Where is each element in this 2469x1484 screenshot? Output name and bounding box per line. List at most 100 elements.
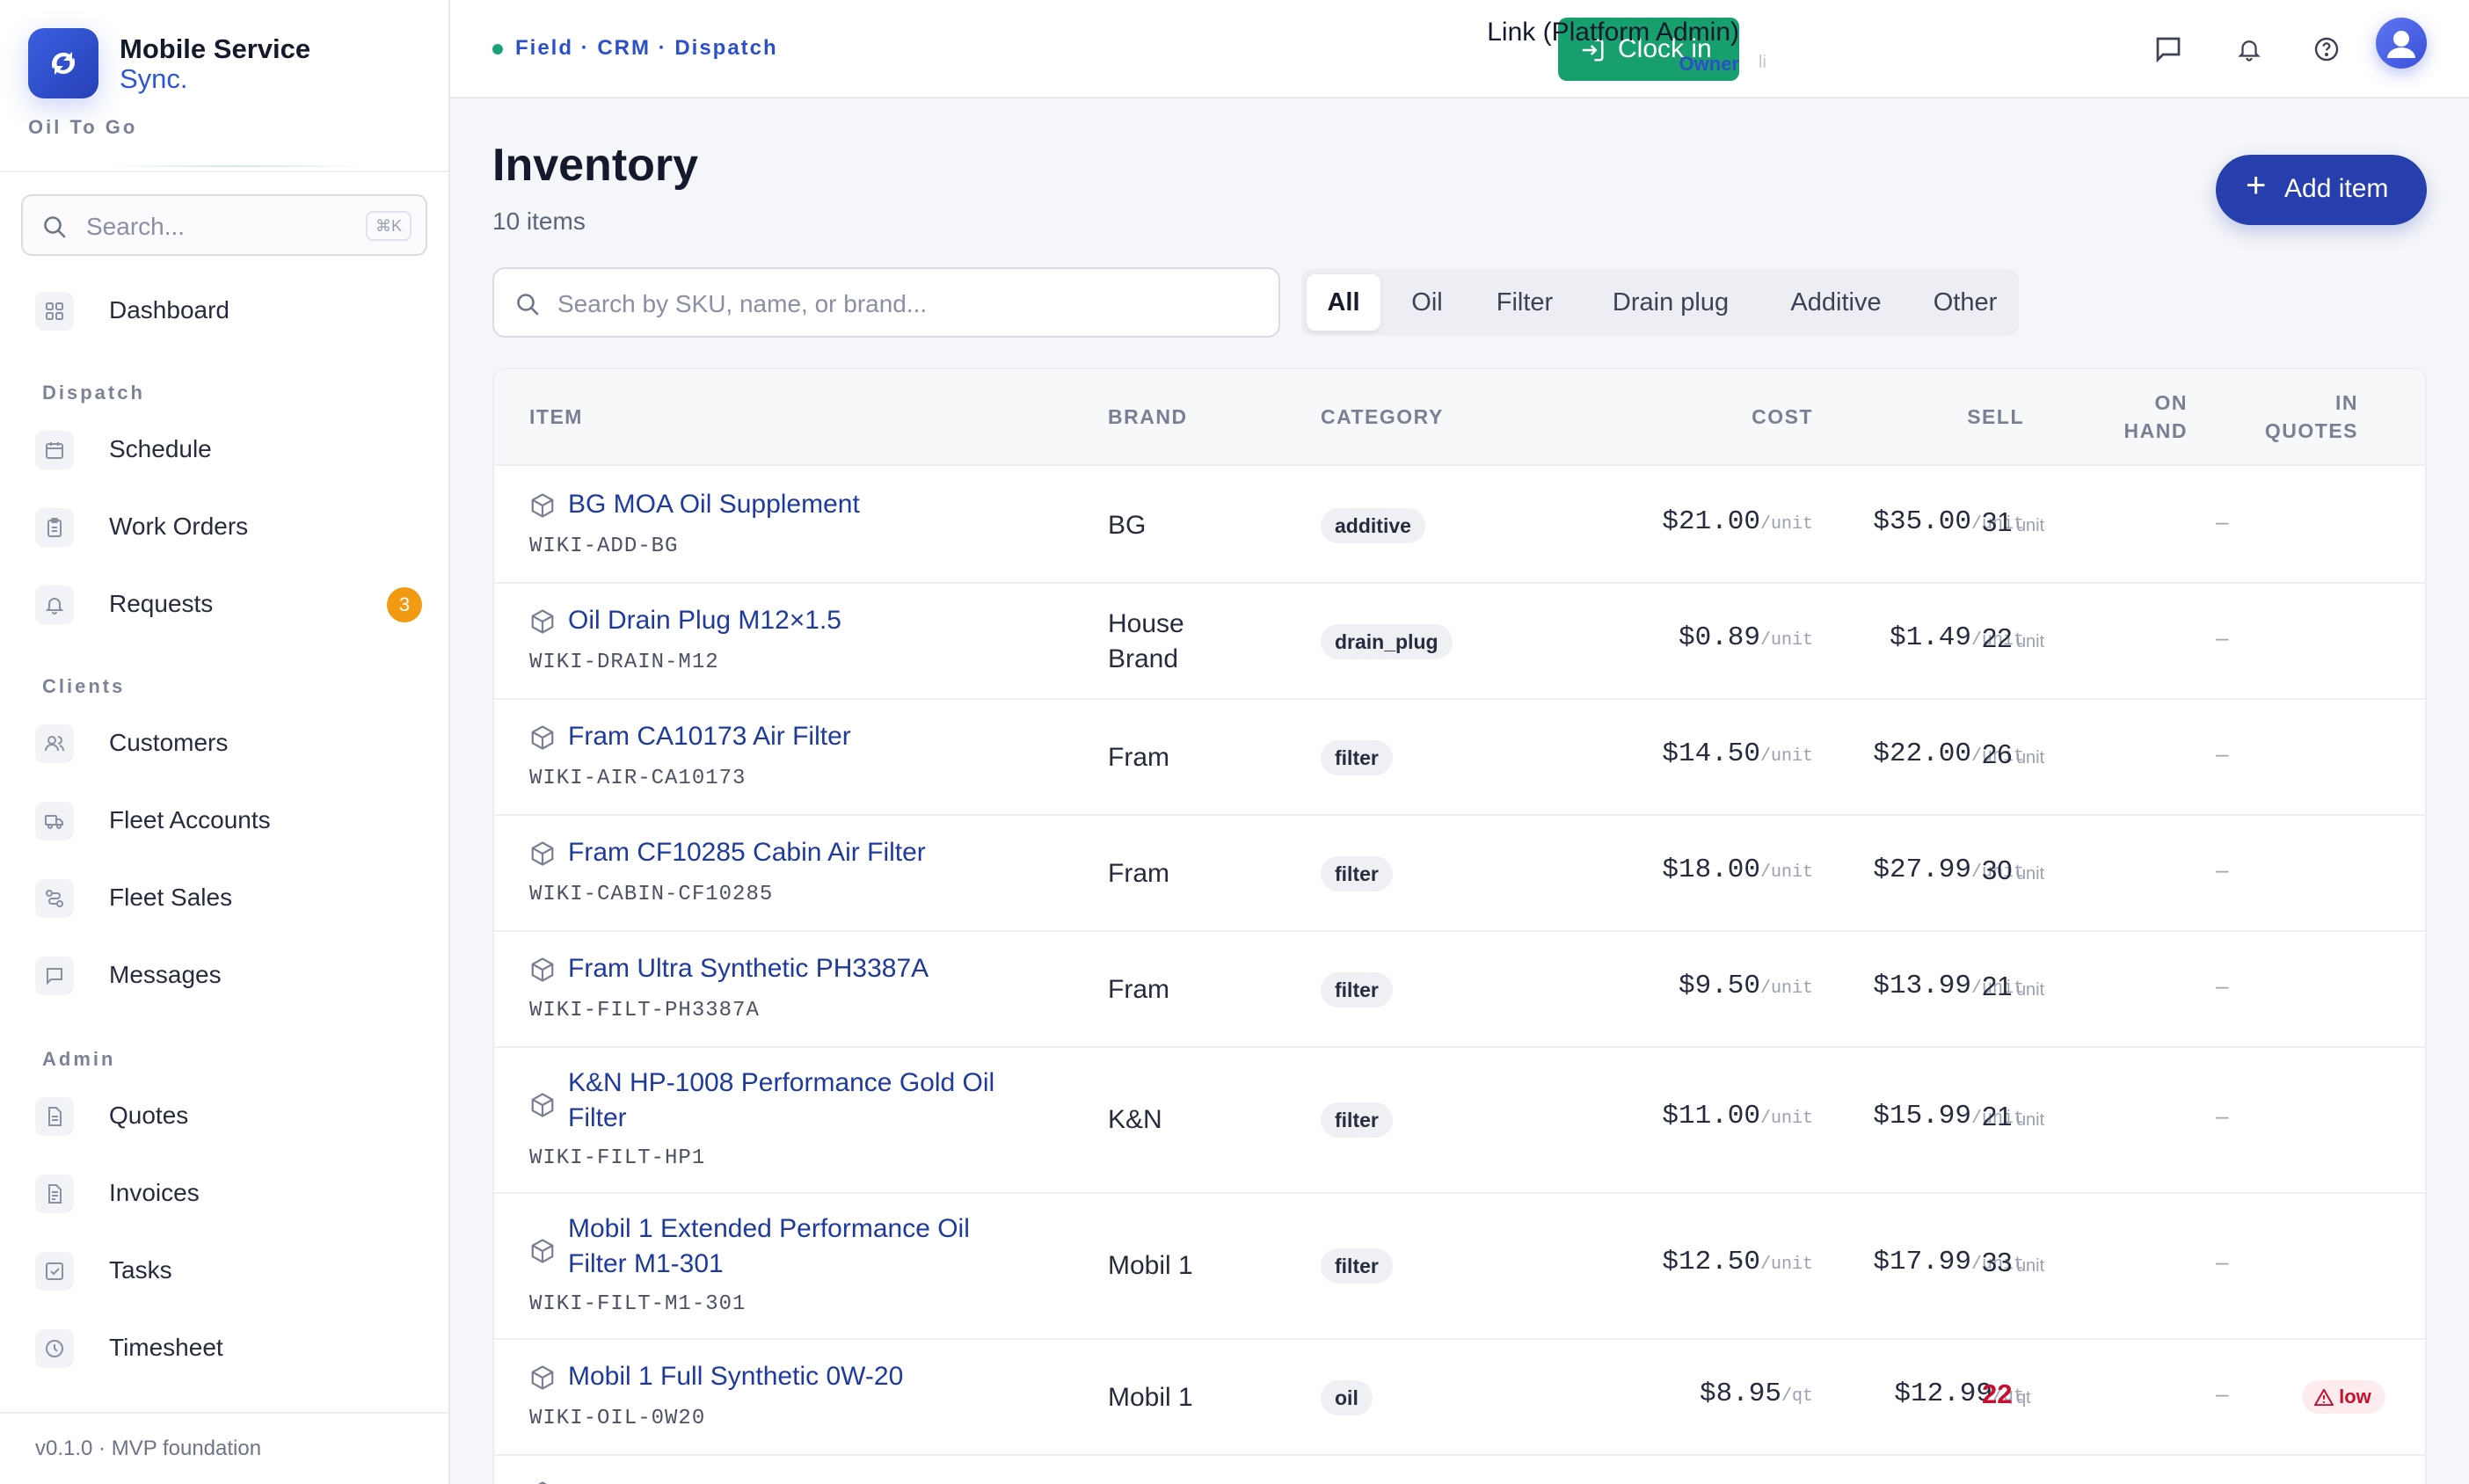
sidebar-item-customers[interactable]: Customers [35, 716, 422, 772]
item-brand: House Brand [1108, 609, 1184, 673]
cost-value: $9.50 [1678, 971, 1760, 1001]
on-hand-cell: 33 unit [1982, 1247, 2158, 1278]
sidebar-item-work-orders[interactable]: Work Orders [35, 499, 422, 556]
inventory-search-input[interactable]: Search by SKU, name, or brand... [492, 267, 1280, 338]
cost-cell: $21.00/unit [1584, 506, 1813, 537]
users-icon [35, 724, 74, 763]
section-dispatch: Dispatch [42, 382, 145, 404]
sidebar-item-label: Dashboard [109, 296, 229, 324]
item-brand: Mobil 1 [1108, 1383, 1193, 1412]
sidebar-item-requests[interactable]: Requests 3 [35, 577, 422, 633]
sidebar-item-label: Tasks [109, 1256, 172, 1284]
category-badge: drain_plug [1321, 624, 1453, 659]
item-name-link[interactable]: Mobil 1 Full Synthetic 0W-20 [568, 1359, 1043, 1394]
bell-icon [35, 586, 74, 624]
item-sku: WIKI-DRAIN-M12 [529, 651, 719, 674]
filter-filter[interactable]: Filter [1472, 274, 1577, 331]
table-row[interactable]: K&N HP-1008 Performance Gold Oil Filter … [494, 1048, 2425, 1194]
cost-cell: $9.50/unit [1584, 971, 1813, 1001]
sidebar-item-invoices[interactable]: Invoices [35, 1166, 422, 1222]
on-hand-unit: unit [2015, 1110, 2045, 1130]
on-hand-unit: unit [2015, 1256, 2045, 1276]
table-header: ITEM BRAND CATEGORY COST SELL ON HAND IN… [494, 369, 2425, 466]
cost-cell: $8.95/qt [1584, 1379, 1813, 1409]
cost-cell: $14.50/unit [1584, 738, 1813, 769]
column-cost[interactable]: COST [1672, 403, 1813, 431]
item-name-link[interactable]: Fram CF10285 Cabin Air Filter [568, 835, 1043, 870]
table-row[interactable]: BG MOA Oil Supplement WIKI-ADD-BG BG add… [494, 468, 2425, 584]
user-name[interactable]: Link (Platform Admin) [1487, 18, 1739, 47]
sidebar-item-dashboard[interactable]: Dashboard [35, 283, 422, 339]
on-hand-unit: unit [2015, 516, 2045, 535]
user-avatar[interactable] [2376, 18, 2427, 69]
category-badge: filter [1321, 856, 1393, 891]
notifications-bell-icon[interactable] [2228, 28, 2270, 70]
cost-value: $18.00 [1662, 855, 1760, 885]
table-row[interactable]: Oil Drain Plug M12×1.5 WIKI-DRAIN-M12 Ho… [494, 584, 2425, 700]
sidebar-item-label: Schedule [109, 435, 212, 462]
sidebar-item-quotes[interactable]: Quotes [35, 1088, 422, 1145]
in-quotes-value: – [2216, 1102, 2229, 1129]
column-brand[interactable]: BRAND [1108, 403, 1188, 431]
sidebar-item-messages[interactable]: Messages [35, 948, 422, 1004]
column-in-quotes[interactable]: IN QUOTES [2182, 389, 2358, 445]
table-row[interactable]: Mobil 1 Full Synthetic 0W-20 WIKI-OIL-0W… [494, 1340, 2425, 1456]
add-item-button[interactable]: + Add item [2216, 155, 2427, 225]
package-icon [529, 608, 556, 639]
sidebar-item-schedule[interactable]: Schedule [35, 422, 422, 478]
table-row[interactable]: Fram CF10285 Cabin Air Filter WIKI-CABIN… [494, 816, 2425, 932]
sell-value: $22.00 [1873, 738, 1971, 769]
column-sell[interactable]: SELL [1883, 403, 2024, 431]
item-brand: Fram [1108, 743, 1169, 772]
category-badge: filter [1321, 972, 1393, 1008]
item-brand: K&N [1108, 1105, 1162, 1134]
in-quotes-value: – [2216, 1380, 2229, 1407]
filter-drain-plug[interactable]: Drain plug [1588, 274, 1753, 331]
column-category[interactable]: CATEGORY [1321, 403, 1444, 431]
item-name-link[interactable]: Oil Drain Plug M12×1.5 [568, 603, 1043, 638]
help-icon[interactable] [2305, 28, 2348, 70]
sidebar-item-timesheet[interactable]: Timesheet [35, 1320, 422, 1377]
sidebar-search[interactable]: Search... ⌘K [21, 194, 427, 256]
on-hand-unit: qt [2015, 1388, 2031, 1408]
sidebar-item-tasks[interactable]: Tasks [35, 1243, 422, 1299]
status-dot-icon [492, 44, 503, 55]
item-count: 10 items [492, 207, 586, 235]
sidebar-item-label: Requests [109, 590, 214, 617]
in-quotes-value: – [2216, 740, 2229, 767]
brand[interactable]: Mobile Service Sync. Oil To Go [28, 28, 415, 151]
on-hand-cell: 22 qt [1982, 1379, 2158, 1410]
filter-other[interactable]: Other [1917, 274, 2014, 331]
in-quotes-value: – [2216, 624, 2229, 651]
organization-name: Oil To Go [28, 116, 138, 138]
sell-value: $15.99 [1873, 1101, 1971, 1131]
message-icon [35, 957, 74, 995]
filter-additive[interactable]: Additive [1762, 274, 1910, 331]
messages-icon[interactable] [2147, 28, 2189, 70]
item-brand: Mobil 1 [1108, 1251, 1193, 1280]
item-sku: WIKI-FILT-M1-301 [529, 1292, 747, 1316]
package-icon [529, 724, 556, 755]
item-name-link[interactable]: K&N HP-1008 Performance Gold Oil Filter [568, 1066, 1025, 1136]
item-name-link[interactable]: Mobil 1 Extended Performance Oil Filter … [568, 1211, 1025, 1282]
item-name-link[interactable]: Fram Ultra Synthetic PH3387A [568, 951, 1043, 986]
table-row[interactable] [494, 1456, 2425, 1484]
column-on-hand-line-1: ON [2154, 391, 2188, 414]
item-name-link[interactable]: Fram CA10173 Air Filter [568, 719, 1043, 754]
inventory-search-placeholder: Search by SKU, name, or brand... [557, 290, 928, 317]
filter-all[interactable]: All [1307, 274, 1380, 331]
on-hand-value: 22 [1982, 1379, 2013, 1409]
sidebar-item-fleet-sales[interactable]: Fleet Sales [35, 870, 422, 927]
item-name-link[interactable]: BG MOA Oil Supplement [568, 487, 1043, 522]
sidebar-item-fleet-accounts[interactable]: Fleet Accounts [35, 793, 422, 849]
clock-icon [35, 1329, 74, 1368]
table-row[interactable]: Fram CA10173 Air Filter WIKI-AIR-CA10173… [494, 700, 2425, 816]
filter-oil[interactable]: Oil [1389, 274, 1465, 331]
column-item[interactable]: ITEM [529, 403, 583, 431]
sidebar-item-label: Quotes [109, 1102, 189, 1129]
column-on-hand-line-2: HAND [2123, 419, 2188, 442]
section-clients: Clients [42, 675, 126, 697]
table-row[interactable]: Mobil 1 Extended Performance Oil Filter … [494, 1194, 2425, 1340]
table-row[interactable]: Fram Ultra Synthetic PH3387A WIKI-FILT-P… [494, 932, 2425, 1048]
column-on-hand[interactable]: ON HAND [2065, 389, 2188, 445]
